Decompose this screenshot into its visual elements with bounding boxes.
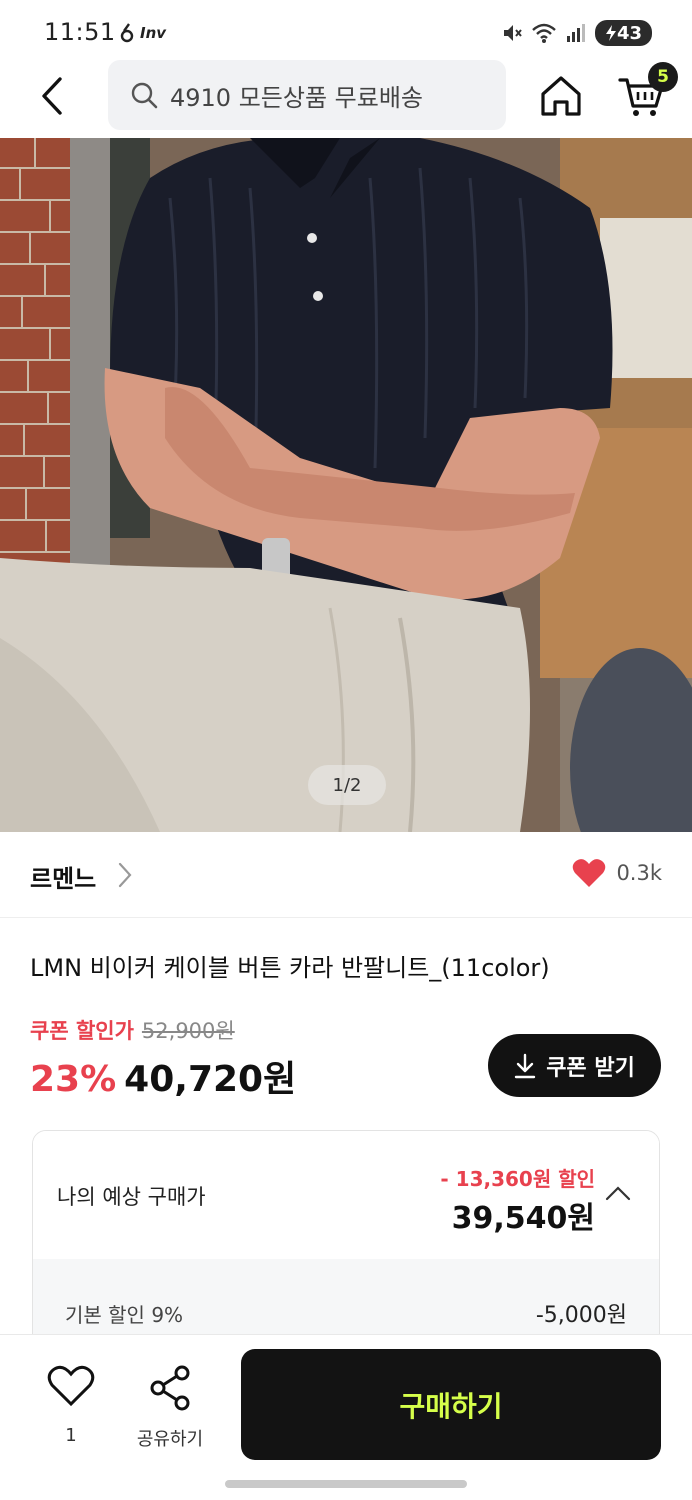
get-coupon-button[interactable]: 쿠폰 받기	[488, 1034, 661, 1097]
search-bar[interactable]: 4910 모든상품 무료배송	[108, 60, 506, 130]
wishlist-count: 1	[65, 1425, 77, 1446]
battery-level: 43	[616, 22, 642, 44]
coupon-price-label: 쿠폰 할인가	[30, 1019, 134, 1043]
status-right-icons: 43	[501, 20, 652, 46]
charging-icon	[605, 25, 616, 41]
expected-discount: - 13,360원 할인	[440, 1167, 595, 1191]
wishlist-button[interactable]: 1	[40, 1365, 102, 1485]
home-icon	[541, 76, 581, 116]
signal-icon	[566, 24, 585, 42]
product-photo	[0, 138, 692, 832]
basic-discount-label: 기본 할인 9%	[65, 1303, 184, 1327]
status-bar: 11:51 Inv 43	[0, 0, 692, 62]
basic-discount-value: -5,000원	[535, 1303, 627, 1328]
search-text: 4910 모든상품 무료배송	[170, 83, 423, 112]
back-button[interactable]	[30, 70, 74, 122]
brand-like-count: 0.3k	[616, 861, 662, 885]
home-indicator[interactable]	[225, 1480, 467, 1488]
brand-name[interactable]: 르멘느	[30, 859, 96, 894]
battery-indicator: 43	[594, 20, 652, 46]
back-arrow-icon	[42, 77, 62, 115]
share-icon	[150, 1365, 190, 1411]
discount-rate: 23%	[30, 1059, 117, 1100]
brand-like-button[interactable]: 0.3k	[572, 858, 662, 888]
cart-count-badge: 5	[648, 62, 678, 92]
share-button[interactable]: 공유하기	[130, 1365, 210, 1485]
download-icon	[514, 1053, 536, 1078]
heart-filled-icon	[573, 859, 606, 887]
chevron-up-icon[interactable]	[605, 1185, 631, 1201]
status-time: 11:51	[44, 18, 116, 46]
original-price: 52,900원	[141, 1019, 235, 1043]
notification-icon	[120, 23, 134, 43]
mute-icon	[503, 25, 522, 41]
product-image[interactable]: 1/2	[0, 138, 692, 832]
brand-row: 르멘느 0.3k	[0, 832, 692, 918]
status-left-icons: Inv	[120, 22, 166, 44]
product-title: LMN 비이커 케이블 버튼 카라 반팔니트_(11color)	[30, 954, 550, 982]
price-row: 23% 40,720원	[30, 1050, 296, 1102]
home-button[interactable]	[538, 74, 586, 118]
share-label: 공유하기	[136, 1429, 204, 1450]
wifi-icon	[532, 23, 556, 43]
coupon-price-row: 쿠폰 할인가 52,900원	[30, 1015, 235, 1045]
top-nav: 4910 모든상품 무료배송	[0, 60, 692, 136]
final-price: 40,720원	[124, 1059, 297, 1100]
bottom-action-bar: 1 공유하기 구매하기	[0, 1334, 692, 1500]
buy-button[interactable]: 구매하기	[241, 1349, 661, 1460]
search-icon	[131, 82, 158, 109]
app-indicator: Inv	[140, 24, 167, 42]
get-coupon-label: 쿠폰 받기	[546, 1055, 635, 1081]
heart-outline-icon	[47, 1365, 95, 1407]
expected-price-label: 나의 예상 구매가	[57, 1185, 206, 1209]
expected-price: 39,540원	[451, 1201, 595, 1236]
image-counter: 1/2	[308, 765, 386, 805]
expected-price-header[interactable]: 나의 예상 구매가 - 13,360원 할인 39,540원	[33, 1131, 659, 1259]
chevron-right-icon[interactable]	[118, 862, 132, 888]
